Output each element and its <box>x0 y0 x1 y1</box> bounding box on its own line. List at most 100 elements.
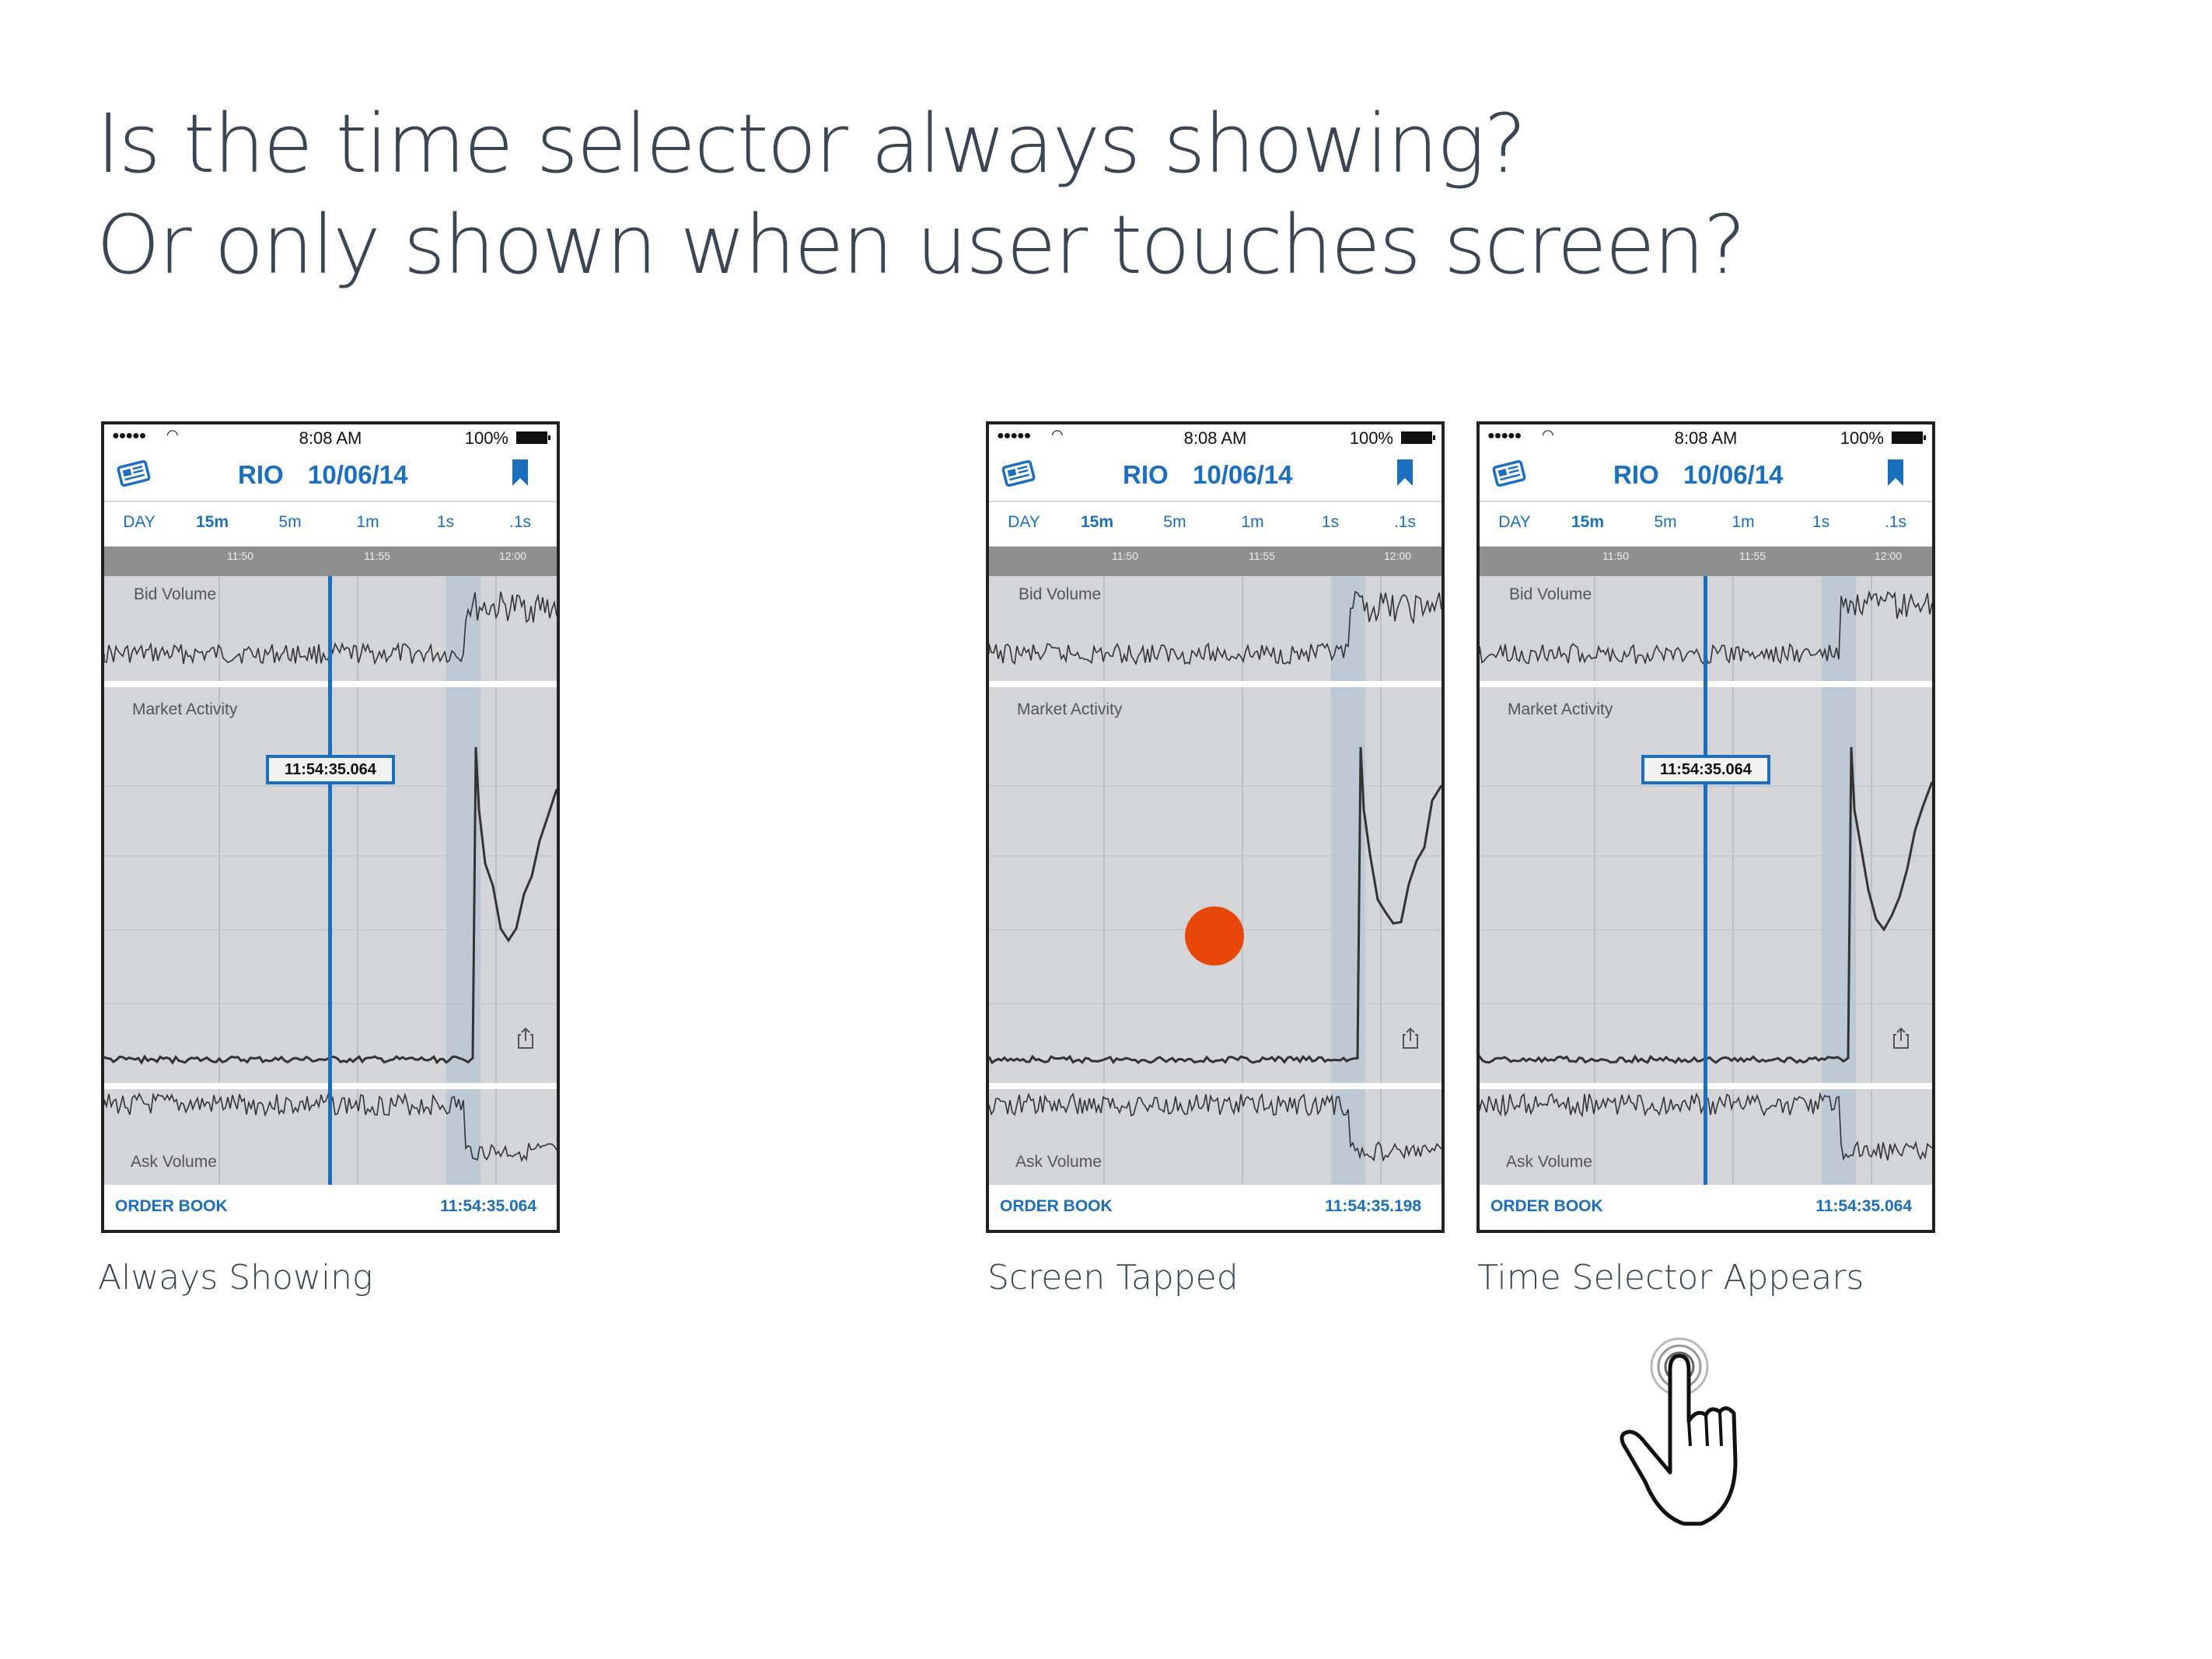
tap-hand-icon <box>1620 1337 1738 1526</box>
time-ruler-tick: 12:00 <box>499 550 527 562</box>
tab-5[interactable]: .1s <box>1868 513 1923 532</box>
tab-1[interactable]: 15m <box>1070 513 1124 532</box>
date-title: 10/06/14 <box>1683 460 1784 489</box>
footer-bar: ORDER BOOK 11:54:35.064 <box>1480 1185 1932 1230</box>
battery-icon <box>1892 431 1926 444</box>
ask-volume-label: Ask Volume <box>1015 1153 1102 1171</box>
time-ruler[interactable]: 11:50 11:55 12:00 <box>104 547 557 576</box>
title-bar: RIO 10/06/14 <box>1480 452 1932 496</box>
tab-4[interactable]: 1s <box>1794 513 1848 532</box>
news-icon[interactable] <box>1492 459 1526 488</box>
time-ruler-tick: 11:55 <box>1249 550 1275 562</box>
ask-volume-label: Ask Volume <box>131 1153 217 1171</box>
tab-5[interactable]: .1s <box>1378 513 1432 532</box>
bookmark-icon[interactable] <box>1887 459 1904 487</box>
timeframe-tabs: DAY 15m 5m 1m 1s .1s <box>104 510 557 546</box>
tap-indicator <box>1185 906 1244 966</box>
tab-3[interactable]: 1m <box>1716 513 1770 532</box>
title-bar: RIO 10/06/14 <box>989 452 1441 496</box>
bid-separator <box>989 681 1441 687</box>
bookmark-icon[interactable] <box>512 459 529 487</box>
tab-4[interactable]: 1s <box>418 513 473 532</box>
tab-2[interactable]: 5m <box>1148 513 1202 532</box>
tab-0[interactable]: DAY <box>997 513 1051 532</box>
news-icon[interactable] <box>1001 459 1036 488</box>
divider <box>104 501 557 502</box>
time-selector-tag[interactable]: 11:54:35.064 <box>1641 755 1770 784</box>
ask-volume-label: Ask Volume <box>1506 1153 1592 1171</box>
battery-percent: 100% <box>464 428 508 448</box>
order-book-button[interactable]: ORDER BOOK <box>1490 1197 1603 1216</box>
share-icon[interactable] <box>1893 1027 1909 1049</box>
phone-mockup: ●●●●● ◠ 8:08 AM 100% RIO 10/06/14 DAY 15… <box>1476 421 1935 1233</box>
date-title: 10/06/14 <box>1193 460 1293 489</box>
status-bar: ●●●●● ◠ 8:08 AM 100% <box>104 424 557 449</box>
footer-bar: ORDER BOOK 11:54:35.064 <box>104 1185 557 1230</box>
timeframe-tabs: DAY 15m 5m 1m 1s .1s <box>1480 510 1932 546</box>
time-ruler-tick: 12:00 <box>1384 550 1412 562</box>
chart-area[interactable]: Bid Volume Market Activity Ask Volume 11… <box>1480 576 1932 1188</box>
market-activity-label: Market Activity <box>1508 700 1613 718</box>
footer-timestamp: 11:54:35.198 <box>1325 1197 1421 1215</box>
tab-4[interactable]: 1s <box>1303 513 1358 532</box>
tab-1[interactable]: 15m <box>185 513 239 532</box>
page-heading: Is the time selector always showing? Or … <box>96 93 1746 295</box>
phone-mockup: ●●●●● ◠ 8:08 AM 100% RIO 10/06/14 DAY 15… <box>986 421 1445 1233</box>
bid-volume-label: Bid Volume <box>1019 585 1102 603</box>
share-icon[interactable] <box>1403 1027 1418 1049</box>
time-ruler-tick: 11:50 <box>1112 550 1138 562</box>
status-bar: ●●●●● ◠ 8:08 AM 100% <box>989 424 1441 449</box>
time-ruler[interactable]: 11:50 11:55 12:00 <box>989 547 1441 576</box>
time-selector-line[interactable] <box>328 576 332 1188</box>
phone-caption: Always Showing <box>98 1258 373 1298</box>
heading-line-2: Or only shown when user touches screen? <box>96 197 1746 292</box>
order-book-button[interactable]: ORDER BOOK <box>1000 1197 1113 1216</box>
time-ruler-tick: 11:50 <box>1602 550 1629 562</box>
symbol-title: RIO <box>238 460 284 489</box>
footer-timestamp: 11:54:35.064 <box>440 1197 536 1215</box>
news-icon[interactable] <box>117 459 151 488</box>
chart-traces <box>989 576 1441 1188</box>
tab-3[interactable]: 1m <box>1225 513 1280 532</box>
date-title: 10/06/14 <box>308 460 408 489</box>
timeframe-tabs: DAY 15m 5m 1m 1s .1s <box>989 510 1441 546</box>
tab-2[interactable]: 5m <box>263 513 317 532</box>
footer-bar: ORDER BOOK 11:54:35.198 <box>989 1185 1441 1230</box>
time-selector-line[interactable] <box>1704 576 1707 1188</box>
title-bar: RIO 10/06/14 <box>104 452 557 496</box>
symbol-title: RIO <box>1123 460 1169 489</box>
order-book-button[interactable]: ORDER BOOK <box>115 1197 228 1216</box>
divider <box>989 501 1441 502</box>
phone-mockup: ●●●●● ◠ 8:08 AM 100% RIO 10/06/14 DAY 15… <box>101 421 560 1233</box>
footer-timestamp: 11:54:35.064 <box>1815 1197 1912 1215</box>
time-ruler[interactable]: 11:50 11:55 12:00 <box>1480 547 1932 576</box>
status-bar: ●●●●● ◠ 8:08 AM 100% <box>1480 424 1932 449</box>
tab-5[interactable]: .1s <box>493 513 547 532</box>
market-activity-label: Market Activity <box>1017 700 1123 718</box>
time-ruler-tick: 11:55 <box>1739 550 1766 562</box>
chart-area[interactable]: Bid Volume Market Activity Ask Volume <box>989 576 1441 1188</box>
bookmark-icon[interactable] <box>1396 459 1414 487</box>
phone-caption: Screen Tapped <box>987 1258 1239 1298</box>
time-ruler-tick: 12:00 <box>1875 550 1903 562</box>
battery-icon <box>1401 431 1435 444</box>
bid-volume-label: Bid Volume <box>134 585 217 603</box>
chart-area[interactable]: Bid Volume Market Activity Ask Volume 11… <box>104 576 557 1188</box>
time-ruler-tick: 11:55 <box>364 550 390 562</box>
tab-1[interactable]: 15m <box>1560 513 1615 532</box>
share-icon[interactable] <box>518 1027 533 1049</box>
symbol-title: RIO <box>1613 460 1659 489</box>
tab-2[interactable]: 5m <box>1638 513 1693 532</box>
tab-0[interactable]: DAY <box>1487 513 1542 532</box>
time-ruler-tick: 11:50 <box>227 550 253 562</box>
battery-percent: 100% <box>1349 428 1393 448</box>
battery-percent: 100% <box>1840 428 1884 448</box>
tab-0[interactable]: DAY <box>112 513 166 532</box>
heading-line-1: Is the time selector always showing? <box>96 96 1527 191</box>
tab-3[interactable]: 1m <box>341 513 395 532</box>
bid-volume-label: Bid Volume <box>1509 585 1592 603</box>
market-activity-label: Market Activity <box>132 700 238 718</box>
market-activity-trace <box>989 746 1441 1065</box>
phone-caption: Time Selector Appears <box>1477 1258 1864 1298</box>
time-selector-tag[interactable]: 11:54:35.064 <box>266 755 395 784</box>
